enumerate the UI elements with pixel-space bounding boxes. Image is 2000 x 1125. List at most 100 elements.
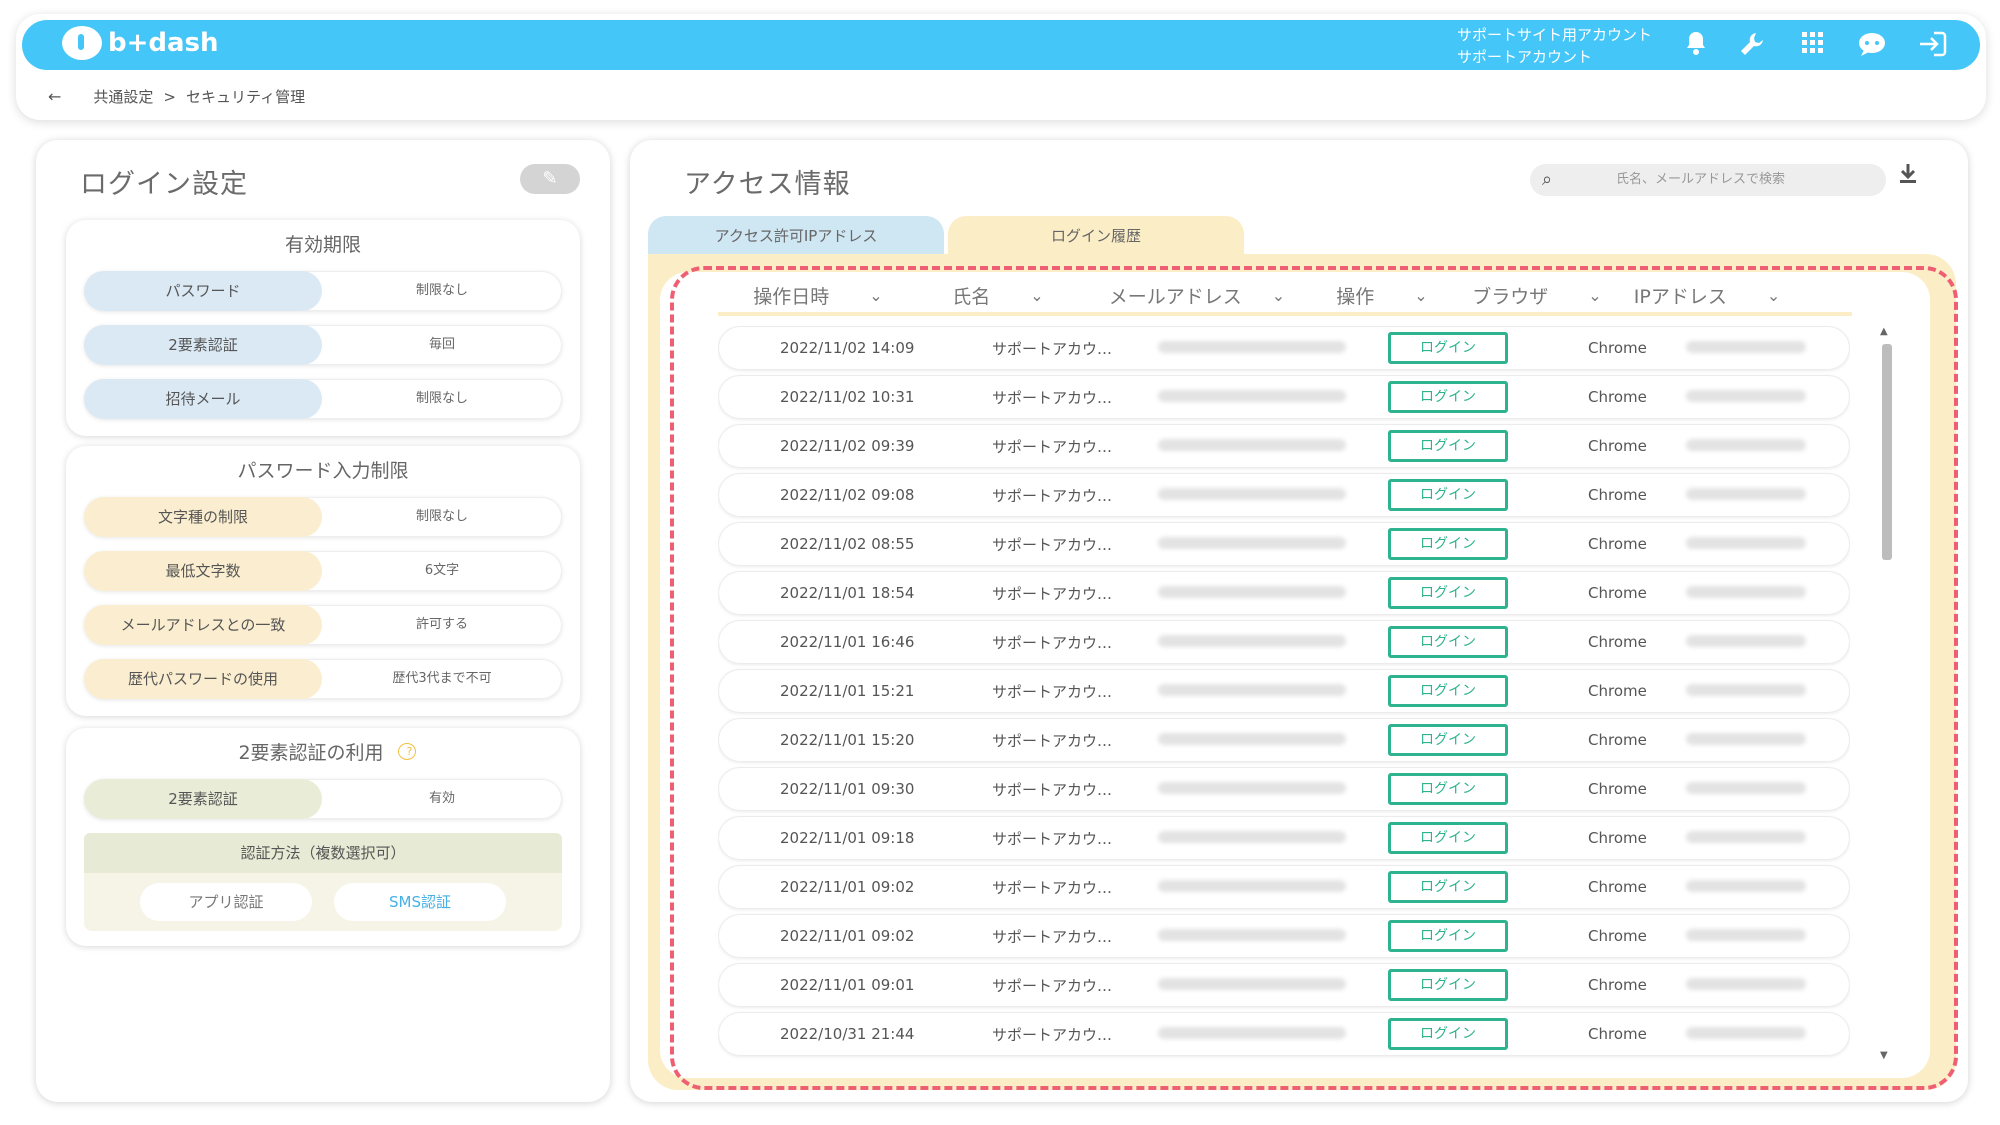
breadcrumb-separator: > [163, 87, 176, 106]
cell-browser: Chrome [1588, 584, 1647, 602]
password-rules-title: パスワード入力制限 [66, 456, 580, 483]
cell-browser: Chrome [1588, 976, 1647, 994]
cell-datetime: 2022/11/01 09:30 [780, 780, 915, 798]
top-bar: b+dash サポートサイト用アカウント サポートアカウント [22, 20, 1980, 70]
cell-datetime: 2022/11/01 09:18 [780, 829, 915, 847]
chevron-down-icon: ⌄ [1414, 285, 1428, 305]
chevron-down-icon: ⌄ [1588, 285, 1602, 305]
chat-icon[interactable] [1856, 30, 1888, 60]
cell-email-redacted [1078, 1025, 1346, 1043]
cell-email-redacted [1078, 584, 1346, 602]
logout-icon[interactable] [1916, 30, 1948, 60]
sms-auth-option[interactable]: SMS認証 [334, 883, 506, 921]
table-row: 2022/10/31 21:44 サポートアカウ… ログイン Chrome [718, 1012, 1850, 1056]
access-info-panel: アクセス情報 ⌕ 氏名、メールアドレスで検索 アクセス許可IPアドレス ログイン… [630, 140, 1968, 1102]
bell-icon[interactable] [1680, 30, 1712, 60]
cell-email-redacted [1078, 976, 1346, 994]
cell-datetime: 2022/11/01 09:02 [780, 878, 915, 896]
table-row: 2022/11/01 09:02 サポートアカウ… ログイン Chrome [718, 914, 1850, 958]
cell-ip-redacted [1610, 437, 1850, 455]
cell-ip-redacted [1610, 829, 1850, 847]
app-auth-option[interactable]: アプリ認証 [140, 883, 312, 921]
cell-email-redacted [1078, 339, 1346, 357]
tab-login-history[interactable]: ログイン履歴 [948, 216, 1244, 260]
col-browser[interactable]: ブラウザ ⌄ [1452, 282, 1622, 309]
rule-row-email-match: メールアドレスとの一致 許可する [84, 605, 562, 645]
table-header: 操作日時 ⌄ 氏名 ⌄ メールアドレス ⌄ 操作 ⌄ ブラウザ ⌄ IPアドレス ⌄ [718, 278, 1852, 316]
back-arrow-icon[interactable]: ← [48, 87, 61, 106]
cell-browser: Chrome [1588, 780, 1647, 798]
cell-name: サポートアカウ… [992, 829, 1113, 848]
two-factor-row: 2要素認証 有効 [84, 779, 562, 819]
cell-ip-redacted [1610, 682, 1850, 700]
cell-email-redacted [1078, 388, 1346, 406]
cell-ip-redacted [1610, 1025, 1850, 1043]
col-operation[interactable]: 操作 ⌄ [1312, 282, 1452, 309]
cell-name: サポートアカウ… [992, 682, 1113, 701]
account-user-name: サポートアカウント [1457, 48, 1593, 66]
table-row: 2022/11/01 09:18 サポートアカウ… ログイン Chrome [718, 816, 1850, 860]
logo-text: b+dash [108, 28, 219, 58]
scroll-down-icon[interactable]: ▼ [1880, 1050, 1888, 1061]
access-info-title: アクセス情報 [670, 162, 865, 203]
cell-email-redacted [1078, 829, 1346, 847]
cell-browser: Chrome [1588, 878, 1647, 896]
expiry-group: 有効期限 パスワード 制限なし 2要素認証 毎回 招待メール 制限なし [66, 220, 580, 436]
breadcrumb-common-settings[interactable]: 共通設定 [93, 86, 153, 107]
col-name[interactable]: 氏名 ⌄ [914, 282, 1082, 309]
logo[interactable]: b+dash [62, 26, 219, 60]
breadcrumb-security: セキュリティ管理 [186, 88, 306, 106]
cell-ip-redacted [1610, 780, 1850, 798]
download-icon[interactable] [1898, 162, 1918, 190]
cell-browser: Chrome [1588, 829, 1647, 847]
two-factor-title: 2要素認証の利用? [66, 738, 580, 765]
login-settings-panel: ログイン設定 ✎ 有効期限 パスワード 制限なし 2要素認証 毎回 招待メール … [36, 140, 610, 1102]
col-email[interactable]: メールアドレス ⌄ [1082, 282, 1312, 309]
cell-ip-redacted [1610, 878, 1850, 896]
edit-button[interactable]: ✎ [520, 164, 580, 194]
cell-name: サポートアカウ… [992, 633, 1113, 652]
table-row: 2022/11/02 09:39 サポートアカウ… ログイン Chrome [718, 424, 1850, 468]
table-row: 2022/11/02 09:08 サポートアカウ… ログイン Chrome [718, 473, 1850, 517]
scroll-up-icon[interactable]: ▲ [1880, 326, 1888, 337]
col-datetime[interactable]: 操作日時 ⌄ [718, 282, 914, 309]
table-row: 2022/11/01 18:54 サポートアカウ… ログイン Chrome [718, 571, 1850, 615]
cell-ip-redacted [1610, 731, 1850, 749]
cell-datetime: 2022/11/02 14:09 [780, 339, 915, 357]
expiry-title: 有効期限 [66, 230, 580, 257]
cell-browser: Chrome [1588, 535, 1647, 553]
cell-name: サポートアカウ… [992, 1025, 1113, 1044]
table-row: 2022/11/01 09:01 サポートアカウ… ログイン Chrome [718, 963, 1850, 1007]
search-input[interactable]: ⌕ 氏名、メールアドレスで検索 [1530, 164, 1886, 196]
cell-email-redacted [1078, 437, 1346, 455]
expiry-row-password: パスワード 制限なし [84, 271, 562, 311]
cell-email-redacted [1078, 731, 1346, 749]
rule-row-min-length: 最低文字数 6文字 [84, 551, 562, 591]
cell-name: サポートアカウ… [992, 535, 1113, 554]
table-row: 2022/11/01 09:30 サポートアカウ… ログイン Chrome [718, 767, 1850, 811]
cell-datetime: 2022/11/01 18:54 [780, 584, 915, 602]
cell-name: サポートアカウ… [992, 731, 1113, 750]
breadcrumb: ← 共通設定 > セキュリティ管理 [48, 86, 305, 107]
cell-name: サポートアカウ… [992, 437, 1113, 456]
table-row: 2022/11/01 15:21 サポートアカウ… ログイン Chrome [718, 669, 1850, 713]
login-settings-title: ログイン設定 [66, 162, 262, 203]
cell-browser: Chrome [1588, 437, 1647, 455]
grid-icon[interactable] [1796, 30, 1828, 60]
chevron-down-icon: ⌄ [869, 285, 883, 305]
cell-name: サポートアカウ… [992, 927, 1113, 946]
rule-row-char-types: 文字種の制限 制限なし [84, 497, 562, 537]
expiry-row-2fa: 2要素認証 毎回 [84, 325, 562, 365]
table-body: 2022/11/02 14:09 サポートアカウ… ログイン Chrome 2022/1… [718, 326, 1850, 1062]
cell-ip-redacted [1610, 339, 1850, 357]
cell-ip-redacted [1610, 633, 1850, 651]
wrench-icon[interactable] [1736, 30, 1768, 60]
col-ip[interactable]: IPアドレス ⌄ [1622, 282, 1792, 309]
help-icon[interactable]: ? [397, 743, 416, 760]
account-info[interactable]: サポートサイト用アカウント サポートアカウント [1457, 24, 1652, 68]
cell-browser: Chrome [1588, 682, 1647, 700]
table-row: 2022/11/01 16:46 サポートアカウ… ログイン Chrome [718, 620, 1850, 664]
cell-name: サポートアカウ… [992, 976, 1113, 995]
cell-datetime: 2022/11/01 09:02 [780, 927, 915, 945]
scrollbar-thumb[interactable] [1882, 344, 1892, 560]
